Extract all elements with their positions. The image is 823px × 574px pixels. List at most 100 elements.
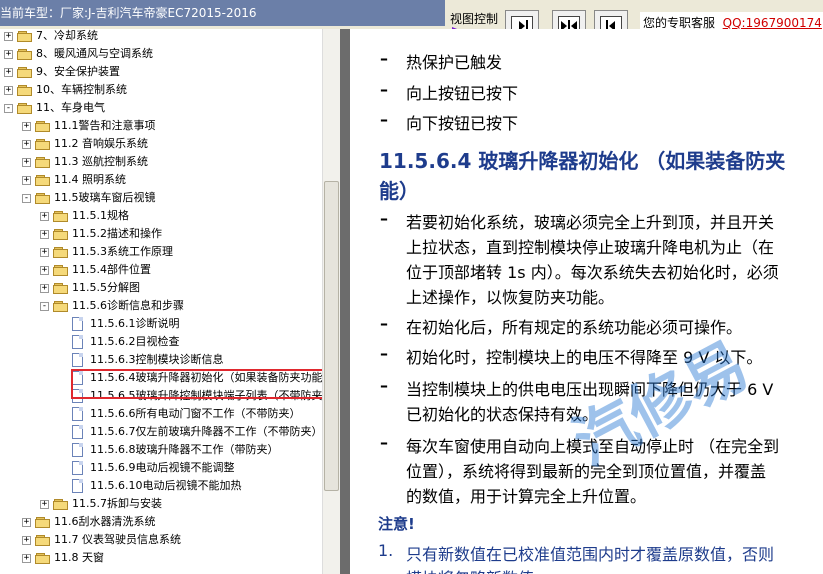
- folder-icon: [35, 193, 51, 204]
- expand-plus-icon[interactable]: +: [22, 158, 31, 167]
- tree-item[interactable]: - 11.5玻璃车窗后视镜: [0, 189, 330, 207]
- collapse-minus-icon[interactable]: -: [22, 194, 31, 203]
- tree-item[interactable]: 11.5.6.7仅左前玻璃升降器不工作（不带防夹）: [0, 423, 330, 441]
- tree-item[interactable]: 11.5.6.2目视检查: [0, 333, 330, 351]
- tree-item-label: 11.6刮水器清洗系统: [54, 515, 156, 528]
- tree-item[interactable]: +11.2 音响娱乐系统: [0, 135, 330, 153]
- section-heading-cont: 能）: [379, 179, 419, 203]
- folder-icon: [35, 175, 51, 186]
- tree-scrollbar[interactable]: [322, 29, 340, 574]
- tree-item-label: 11.5.6.1诊断说明: [90, 317, 180, 330]
- note-line: 只有新数值在已校准值范围内时才覆盖原数值，否则: [406, 545, 775, 564]
- collapse-minus-icon[interactable]: -: [40, 302, 49, 311]
- tree-item-label: 11.3 巡航控制系统: [54, 155, 148, 168]
- document-page-icon: [72, 407, 83, 421]
- document-page-icon: [72, 479, 83, 493]
- note-number: 1.: [378, 541, 394, 560]
- tree-item[interactable]: +11.6刮水器清洗系统: [0, 513, 330, 531]
- expand-plus-icon[interactable]: +: [40, 266, 49, 275]
- document-page-icon: [72, 317, 83, 331]
- tree-item-label: 11.5.6.10电动后视镜不能加热: [90, 479, 242, 492]
- collapse-minus-icon[interactable]: -: [4, 104, 13, 113]
- tree-item[interactable]: 11.5.6.1诊断说明: [0, 315, 330, 333]
- tree-item-label: 11、车身电气: [36, 101, 105, 114]
- bullet-text: 热保护已触发: [406, 53, 503, 72]
- bullet-text: 向上按钮已按下: [406, 84, 519, 103]
- tree-item-label: 11.5玻璃车窗后视镜: [54, 191, 156, 204]
- tree-item[interactable]: 11.5.6.10电动后视镜不能加热: [0, 477, 330, 495]
- folder-icon: [17, 103, 33, 114]
- bullet-dash: –: [380, 314, 388, 333]
- tree-item[interactable]: +8、暖风通风与空调系统: [0, 45, 330, 63]
- folder-icon: [53, 283, 69, 294]
- tree-item[interactable]: +11.1警告和注意事项: [0, 117, 330, 135]
- tree-item-label: 11.5.6.8玻璃升降器不工作（带防夹）: [90, 443, 279, 456]
- expand-plus-icon[interactable]: +: [22, 536, 31, 545]
- tree-item[interactable]: 11.5.6.8玻璃升降器不工作（带防夹）: [0, 441, 330, 459]
- bullet-dash: –: [380, 209, 388, 228]
- expand-plus-icon[interactable]: +: [4, 68, 13, 77]
- tree-item[interactable]: - 11、车身电气: [0, 99, 330, 117]
- expand-plus-icon[interactable]: +: [40, 230, 49, 239]
- folder-icon: [53, 499, 69, 510]
- tree-item[interactable]: +11.7 仪表驾驶员信息系统: [0, 531, 330, 549]
- expand-plus-icon[interactable]: +: [22, 122, 31, 131]
- expand-plus-icon[interactable]: +: [22, 518, 31, 527]
- expand-plus-icon[interactable]: +: [40, 284, 49, 293]
- tree-item[interactable]: +7、冷却系统: [0, 29, 330, 45]
- tree-item[interactable]: +11.5.3系统工作原理: [0, 243, 330, 261]
- bullet-dash: –: [380, 49, 388, 68]
- expand-plus-icon[interactable]: +: [22, 554, 31, 563]
- tree-item[interactable]: +11.5.2描述和操作: [0, 225, 330, 243]
- bullet-dash: –: [380, 433, 388, 452]
- expand-plus-icon[interactable]: +: [40, 212, 49, 221]
- folder-icon: [17, 31, 33, 42]
- document-page-icon: [72, 443, 83, 457]
- tree-item[interactable]: +10、车辆控制系统: [0, 81, 330, 99]
- document-page-icon: [72, 353, 83, 367]
- tree-item[interactable]: - 11.5.6诊断信息和步骤: [0, 297, 330, 315]
- document-page-icon: [72, 461, 83, 475]
- tree-item-label: 11.5.6诊断信息和步骤: [72, 299, 184, 312]
- document-content: – 热保护已触发 – 向上按钮已按下 – 向下按钮已按下 11.5.6.4 玻璃…: [350, 29, 823, 574]
- tree-item[interactable]: 11.5.6.6所有电动门窗不工作（不带防夹）: [0, 405, 330, 423]
- navigation-tree: +7、冷却系统 +8、暖风通风与空调系统 +9、安全保护装置 +10、车辆控制系统 -1…: [0, 29, 340, 574]
- expand-plus-icon[interactable]: +: [22, 140, 31, 149]
- expand-plus-icon[interactable]: +: [22, 176, 31, 185]
- tree-item[interactable]: +9、安全保护装置: [0, 63, 330, 81]
- expand-plus-icon[interactable]: +: [4, 32, 13, 41]
- scrollbar-thumb[interactable]: [324, 181, 339, 491]
- expand-plus-icon[interactable]: +: [40, 248, 49, 257]
- tree-item[interactable]: +11.5.1规格: [0, 207, 330, 225]
- para-line: 位于顶部堵转 1s 内）。每次系统失去初始化时，必须: [406, 263, 779, 282]
- pane-divider[interactable]: [340, 29, 350, 574]
- tree-item-label: 11.1警告和注意事项: [54, 119, 156, 132]
- view-control-label: 视图控制: [450, 12, 499, 26]
- tree-item[interactable]: 11.5.6.3控制模块诊断信息: [0, 351, 330, 369]
- tree-item[interactable]: +11.4 照明系统: [0, 171, 330, 189]
- tree-item[interactable]: 11.5.6.9电动后视镜不能调整: [0, 459, 330, 477]
- expand-plus-icon[interactable]: +: [4, 86, 13, 95]
- tree-item-label: 11.5.2描述和操作: [72, 227, 162, 240]
- folder-icon: [53, 301, 69, 312]
- tree-item-label: 7、冷却系统: [36, 29, 98, 42]
- tree-item[interactable]: +11.5.4部件位置: [0, 261, 330, 279]
- expand-plus-icon[interactable]: +: [4, 50, 13, 59]
- qq-link[interactable]: QQ:1967900174: [723, 16, 822, 30]
- bullet-dash: –: [380, 110, 388, 129]
- folder-icon: [17, 49, 33, 60]
- tree-item-label: 11.7 仪表驾驶员信息系统: [54, 533, 181, 546]
- tree-item-label: 11.5.3系统工作原理: [72, 245, 173, 258]
- tree-item[interactable]: +11.5.5分解图: [0, 279, 330, 297]
- folder-icon: [53, 247, 69, 258]
- tree-item-label: 11.5.6.3控制模块诊断信息: [90, 353, 224, 366]
- folder-icon: [35, 139, 51, 150]
- tree-item[interactable]: +11.3 巡航控制系统: [0, 153, 330, 171]
- expand-plus-icon[interactable]: +: [40, 500, 49, 509]
- tree-item-label: 11.5.6.9电动后视镜不能调整: [90, 461, 235, 474]
- tree-item-label: 11.5.5分解图: [72, 281, 140, 294]
- para-line: 的数值，用于计算完全上升位置。: [406, 487, 647, 506]
- tree-item-label: 11.8 天窗: [54, 551, 104, 564]
- tree-item[interactable]: +11.8 天窗: [0, 549, 330, 567]
- tree-item[interactable]: +11.5.7拆卸与安装: [0, 495, 330, 513]
